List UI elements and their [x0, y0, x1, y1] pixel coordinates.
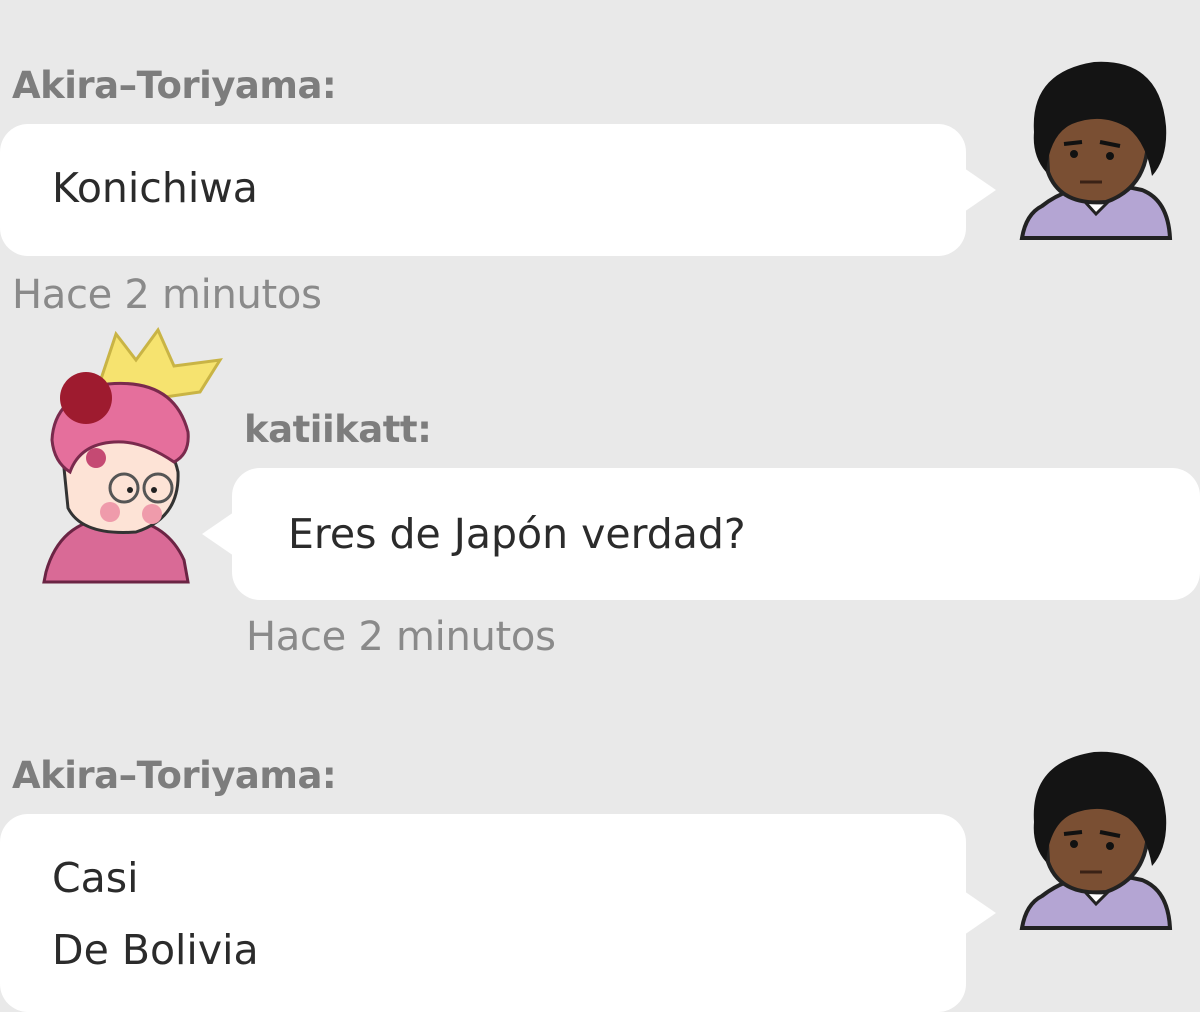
message-text: De Bolivia	[52, 926, 259, 974]
message-author: Akira–Toriyama:	[12, 64, 337, 107]
message-bubble: Casi De Bolivia	[0, 814, 996, 1012]
chat-log: Akira–Toriyama: Konichiwa Hace 2 minutos	[0, 0, 1200, 1012]
message-timestamp: Hace 2 minutos	[246, 614, 556, 660]
bubble-tail	[964, 168, 996, 212]
message-timestamp: Hace 2 minutos	[12, 272, 322, 318]
message-author: Akira–Toriyama:	[12, 754, 337, 797]
bubble-tail	[964, 891, 996, 935]
message-text: Eres de Japón verdad?	[288, 510, 746, 558]
male-avatar-icon[interactable]	[1010, 50, 1180, 244]
bubble-tail	[202, 512, 234, 556]
message-text: Casi	[52, 854, 139, 902]
message-bubble: Eres de Japón verdad?	[202, 468, 1200, 600]
male-avatar-icon[interactable]	[1010, 740, 1180, 934]
message-text: Konichiwa	[52, 164, 258, 212]
message-author: katiikatt:	[244, 408, 432, 451]
message-bubble: Konichiwa	[0, 124, 996, 256]
